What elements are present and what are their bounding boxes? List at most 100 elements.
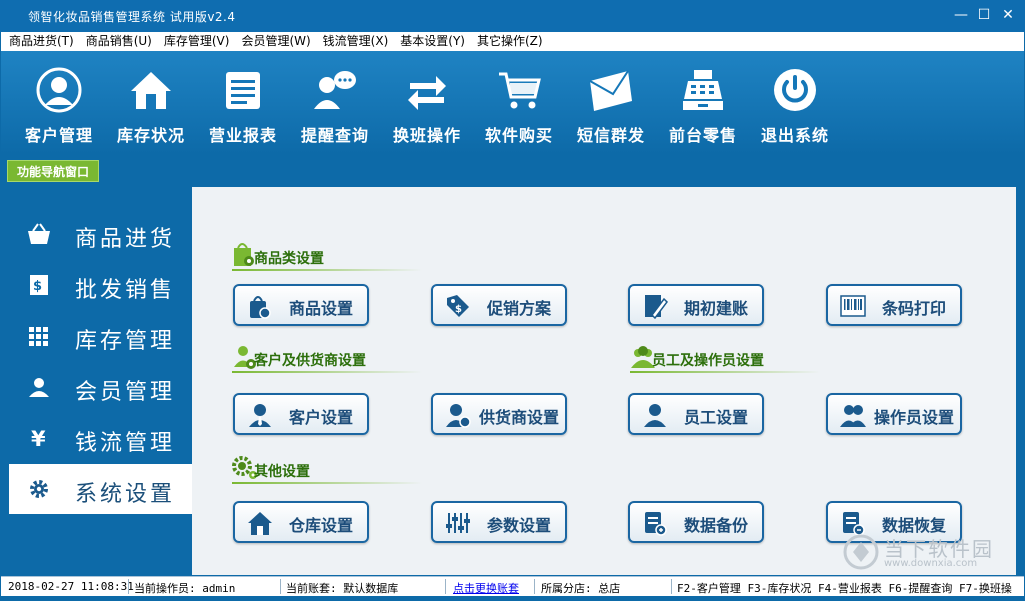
warehouse-house-icon: [248, 512, 272, 535]
data-backup-button[interactable]: 数据备份: [628, 501, 764, 543]
tool-label: 软件购买: [484, 126, 553, 145]
sidebar-item-goods-purchase[interactable]: 商品进货: [9, 209, 192, 259]
sliders-icon: [446, 513, 470, 533]
person-gear-icon: [446, 404, 471, 428]
sidebar-item-cashflow[interactable]: ¥ 钱流管理: [9, 413, 192, 463]
tool-inventory-status[interactable]: 库存状况: [106, 63, 196, 153]
section-underline: [232, 269, 422, 271]
tool-customer-management[interactable]: 客户管理: [14, 63, 104, 153]
minimize-button[interactable]: —: [950, 4, 972, 26]
shopping-bag-icon: [250, 296, 271, 319]
backup-document-icon: [645, 512, 667, 536]
invoice-dollar-icon: $: [30, 275, 48, 295]
nav-window-tab[interactable]: 功能导航窗口: [7, 160, 99, 182]
menu-cashflow[interactable]: 钱流管理(X): [323, 32, 389, 51]
opening-account-button[interactable]: 期初建账: [628, 284, 764, 326]
button-label: 期初建账: [683, 299, 748, 318]
grid-icon: [29, 327, 48, 346]
customer-avatar-icon: [36, 67, 82, 113]
status-operator: 当前操作员: admin: [134, 582, 236, 595]
tool-label: 提醒查询: [300, 126, 369, 145]
supplier-settings-button[interactable]: 供货商设置: [431, 393, 567, 435]
section-underline: [630, 371, 820, 373]
title-bar: 领智化妆品销售管理系统 试用版v2.4 — ☐ ✕: [0, 0, 1025, 32]
menu-goods-purchase[interactable]: 商品进货(T): [9, 32, 74, 51]
section-goods-settings: 商品类设置: [232, 240, 432, 271]
sidebar-item-label: 批发销售: [75, 278, 176, 303]
section-customer-supplier-settings: 客户及供货商设置: [232, 342, 452, 373]
site-watermark: 当下软件园 www.downxia.com: [838, 531, 1018, 573]
maximize-button[interactable]: ☐: [973, 4, 995, 26]
document-pen-icon: [645, 295, 668, 319]
button-label: 操作员设置: [873, 408, 954, 427]
button-label: 仓库设置: [288, 516, 353, 535]
watermark-logo-icon: [843, 534, 879, 570]
person-icon: [644, 404, 666, 427]
tool-sms-broadcast[interactable]: 短信群发: [566, 63, 656, 153]
sidebar-item-label: 会员管理: [75, 380, 176, 405]
tool-reminder-query[interactable]: 提醒查询: [290, 63, 380, 153]
section-title: 客户及供货商设置: [254, 353, 366, 369]
status-divider: [534, 579, 535, 594]
person-tie-icon: [249, 404, 271, 427]
tool-label: 前台零售: [668, 126, 737, 145]
tool-label: 短信群发: [576, 126, 645, 145]
menu-basic-settings[interactable]: 基本设置(Y): [400, 32, 465, 51]
goods-settings-button[interactable]: 商品设置: [233, 284, 369, 326]
sidebar-item-inventory[interactable]: 库存管理: [9, 311, 192, 361]
sidebar-item-members[interactable]: 会员管理: [9, 362, 192, 412]
sidebar-item-label: 商品进货: [75, 227, 176, 252]
sidebar-item-label: 钱流管理: [75, 431, 176, 456]
section-title: 员工及操作员设置: [652, 353, 764, 369]
sidebar-item-wholesale[interactable]: $ 批发销售: [9, 260, 192, 310]
status-shortcuts: F2-客户管理 F3-库存状况 F4-营业报表 F6-提醒查询 F7-换班操: [677, 582, 1012, 595]
status-divider: [280, 579, 281, 594]
tool-label: 客户管理: [24, 126, 93, 145]
shopping-cart-icon: [499, 72, 541, 109]
tool-exit-system[interactable]: 退出系统: [750, 63, 840, 153]
settings-panel: 商品类设置 商品设置 $ 促销方案 期初建账 条码打印 客户及供货商设置 客户设…: [192, 187, 1016, 575]
menu-members[interactable]: 会员管理(W): [241, 32, 310, 51]
tool-label: 营业报表: [208, 126, 277, 145]
tool-shift-change[interactable]: 换班操作: [382, 63, 472, 153]
section-title: 商品类设置: [254, 251, 324, 267]
section-other-settings: 其他设置: [232, 453, 432, 484]
sidebar-item-label: 系统设置: [75, 482, 176, 507]
operator-settings-button[interactable]: 操作员设置: [826, 393, 962, 435]
sidebar: 商品进货 $ 批发销售 库存管理 会员管理 ¥ 钱流管理 系统设置: [9, 187, 192, 572]
barcode-print-button[interactable]: 条码打印: [826, 284, 962, 326]
button-label: 参数设置: [486, 516, 551, 535]
sidebar-item-system-settings[interactable]: 系统设置: [9, 464, 192, 514]
warehouse-settings-button[interactable]: 仓库设置: [233, 501, 369, 543]
window-title: 领智化妆品销售管理系统 试用版v2.4: [28, 10, 236, 24]
report-icon: [226, 72, 260, 109]
envelope-icon: [589, 70, 632, 111]
status-account: 当前账套: 默认数据库: [286, 582, 399, 595]
status-datetime: 2018-02-27 11:08:31: [8, 580, 134, 593]
yen-icon: ¥: [31, 427, 46, 450]
parameter-settings-button[interactable]: 参数设置: [431, 501, 567, 543]
close-button[interactable]: ✕: [997, 4, 1019, 26]
svg-text:$: $: [455, 304, 462, 315]
tool-label: 换班操作: [392, 126, 461, 145]
menu-goods-sales[interactable]: 商品销售(U): [86, 32, 152, 51]
button-label: 条码打印: [881, 299, 946, 318]
staff-settings-button[interactable]: 员工设置: [628, 393, 764, 435]
tool-business-report[interactable]: 营业报表: [198, 63, 288, 153]
tool-purchase-software[interactable]: 软件购买: [474, 63, 564, 153]
power-icon: [774, 69, 816, 111]
two-people-icon: [840, 405, 866, 427]
status-branch: 所属分店: 总店: [541, 582, 621, 595]
section-underline: [232, 482, 422, 484]
menu-inventory[interactable]: 库存管理(V): [164, 32, 230, 51]
switch-account-link[interactable]: 点击更换账套: [453, 580, 519, 596]
customer-settings-button[interactable]: 客户设置: [233, 393, 369, 435]
menu-bar: 商品进货(T) 商品销售(U) 库存管理(V) 会员管理(W) 钱流管理(X) …: [1, 32, 1024, 51]
promotion-plan-button[interactable]: $ 促销方案: [431, 284, 567, 326]
menu-other[interactable]: 其它操作(Z): [477, 32, 543, 51]
tool-front-retail[interactable]: 前台零售: [658, 63, 748, 153]
swap-arrows-icon: [408, 76, 446, 110]
price-tag-icon: $: [447, 295, 469, 317]
section-title: 其他设置: [254, 464, 310, 480]
button-label: 员工设置: [683, 408, 748, 427]
